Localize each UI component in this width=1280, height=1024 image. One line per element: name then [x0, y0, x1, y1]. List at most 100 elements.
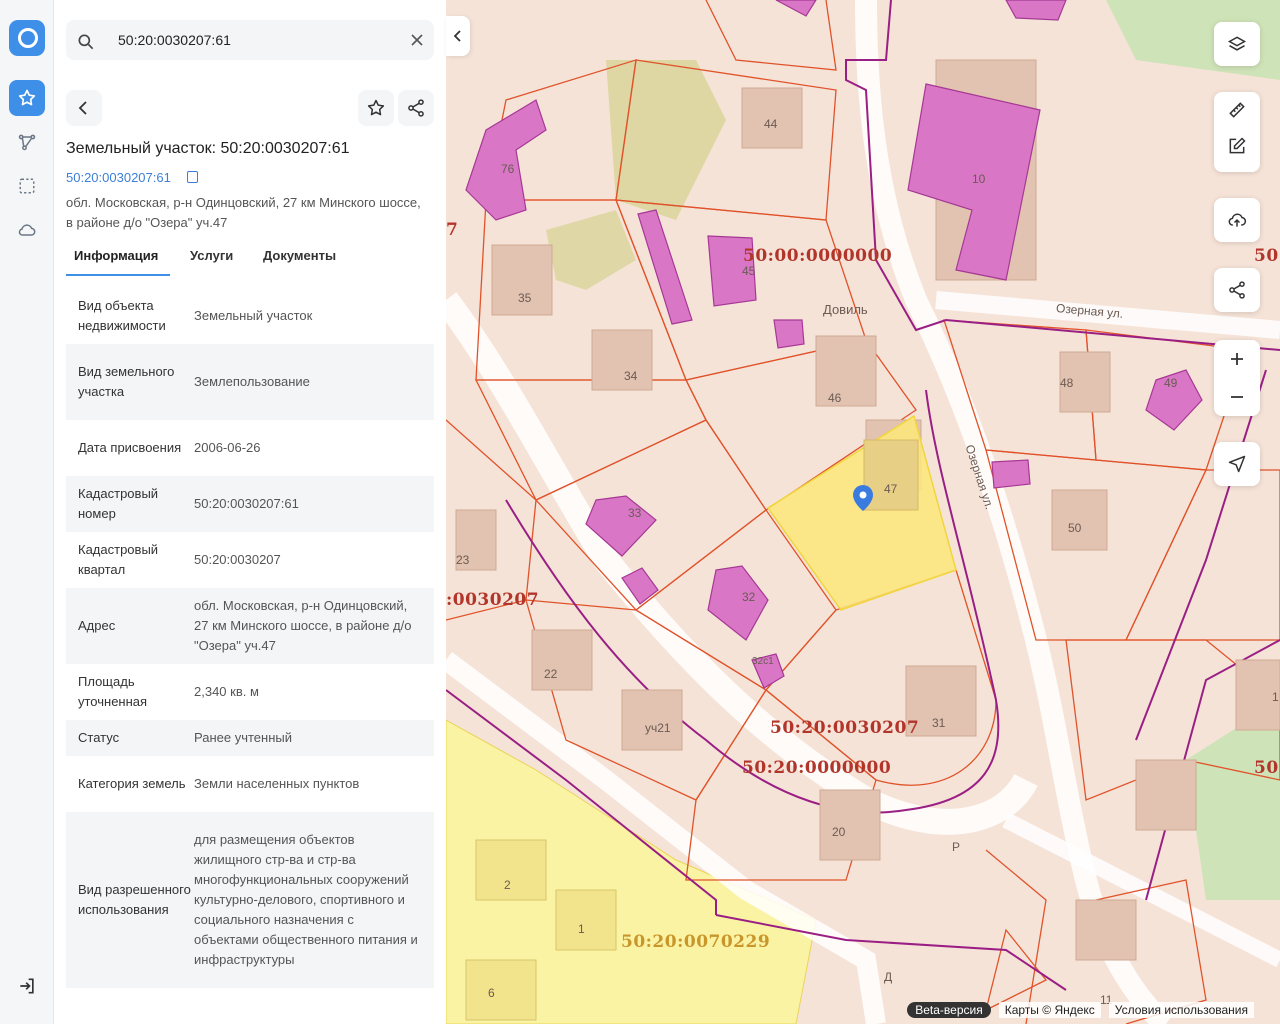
- row-key: Категория земель: [78, 776, 186, 791]
- map-canvas[interactable]: [446, 0, 1280, 1024]
- row-value: для размещения объектов жилищного стр-ва…: [194, 832, 418, 967]
- search-box[interactable]: 50:20:0030207:61: [66, 20, 434, 60]
- house-number: 1: [1272, 690, 1279, 704]
- row-key: Вид земельного участка: [78, 364, 175, 399]
- house-number: 44: [764, 117, 778, 131]
- app-logo-icon[interactable]: [9, 20, 45, 56]
- row-value: Земельный участок: [194, 308, 313, 323]
- house-number: 10: [972, 172, 986, 186]
- row-key: Площадь уточненная: [78, 674, 148, 709]
- upload-control[interactable]: [1214, 198, 1260, 242]
- favorite-button[interactable]: [358, 90, 394, 126]
- table-row: Вид объекта недвижимости Земельный участо…: [66, 288, 434, 344]
- table-row: Площадь уточненная 2,340 кв. м: [66, 664, 434, 720]
- chevron-left-icon: [78, 101, 87, 115]
- row-key: Кадастровый квартал: [78, 542, 159, 577]
- active-tab-indicator: [66, 274, 170, 276]
- share-icon[interactable]: [1214, 268, 1260, 312]
- select-area-icon[interactable]: [9, 168, 45, 204]
- zoom-control: [1214, 340, 1260, 416]
- house-number: 31: [932, 716, 946, 730]
- row-value: Земли населенных пунктов: [194, 776, 360, 791]
- terms-link[interactable]: Условия использования: [1108, 1002, 1254, 1018]
- clear-search-icon[interactable]: [410, 33, 424, 47]
- row-value: 50:20:0030207: [194, 552, 281, 567]
- map-view[interactable]: 50:00:0000000 50:20:0030207 50:20:000000…: [446, 0, 1280, 1024]
- copy-icon[interactable]: [187, 171, 198, 183]
- house-number: 48: [1060, 376, 1074, 390]
- zoom-out-icon[interactable]: [1214, 378, 1260, 416]
- layers-icon[interactable]: [1214, 22, 1260, 66]
- cadastral-label: 50:00:0000000: [743, 246, 893, 266]
- object-title: Земельный участок: 50:20:0030207:61: [66, 140, 350, 157]
- house-number: Д: [884, 970, 893, 984]
- cadastral-label: :0030207: [446, 590, 540, 610]
- cadastral-label: 50:20:0000000: [742, 758, 892, 778]
- geolocation-control[interactable]: [1214, 442, 1260, 486]
- tools-control: [1214, 92, 1260, 172]
- layers-control[interactable]: [1214, 22, 1260, 66]
- cadastral-number-link[interactable]: 50:20:0030207:61: [66, 170, 171, 185]
- house-number: 32с1: [752, 656, 774, 667]
- table-row: Вид разрешенного использования для размещ…: [66, 812, 434, 988]
- table-row: Статус Ранее учтенный: [66, 720, 434, 756]
- house-number: 47: [884, 482, 898, 496]
- house-number: 20: [832, 825, 846, 839]
- tab-information[interactable]: Информация: [74, 248, 158, 263]
- share-icon: [408, 99, 424, 117]
- house-number: 32: [742, 590, 756, 604]
- place-label: Довиль: [823, 302, 868, 317]
- house-number: 2: [504, 878, 511, 892]
- table-row: Категория земель Земли населенных пунктов: [66, 756, 434, 812]
- cadastral-label: 50:20:0070229: [621, 932, 771, 952]
- info-table: Вид объекта недвижимости Земельный участо…: [66, 288, 434, 988]
- favorites-icon[interactable]: [9, 80, 45, 116]
- cadastral-label: 50:: [1254, 246, 1280, 266]
- house-number: 23: [456, 553, 470, 567]
- parking-label: Р: [952, 840, 961, 854]
- tab-services[interactable]: Услуги: [190, 248, 233, 263]
- share-button[interactable]: [398, 90, 434, 126]
- cadastral-label: 7: [446, 220, 459, 240]
- table-row: Кадастровый номер 50:20:0030207:61: [66, 476, 434, 532]
- zoom-in-icon[interactable]: [1214, 340, 1260, 378]
- edit-icon[interactable]: [1214, 128, 1260, 164]
- tabs: Информация Услуги Документы: [66, 240, 434, 276]
- share-map-control[interactable]: [1214, 268, 1260, 312]
- row-value: 2006-06-26: [194, 440, 261, 455]
- back-button[interactable]: [66, 90, 102, 126]
- navigation-arrow-icon[interactable]: [1214, 442, 1260, 486]
- row-key: Дата присвоения: [78, 440, 182, 455]
- cloud-icon[interactable]: [9, 212, 45, 248]
- copyright-text: Карты © Яндекс: [998, 1002, 1101, 1018]
- house-number: 34: [624, 369, 638, 383]
- row-key: Адрес: [78, 618, 116, 633]
- house-number: 49: [1164, 376, 1178, 390]
- row-key: Вид разрешенного использования: [78, 882, 191, 917]
- cadastral-label: 50:20:0030207: [770, 718, 920, 738]
- house-number: 45: [742, 264, 756, 278]
- house-number: 22: [544, 667, 558, 681]
- ruler-icon[interactable]: [1214, 92, 1260, 128]
- tab-documents[interactable]: Документы: [263, 248, 336, 263]
- cadastral-label: 50:: [1254, 758, 1280, 778]
- search-icon: [78, 34, 94, 50]
- row-key: Кадастровый номер: [78, 486, 159, 521]
- house-number: 35: [518, 291, 532, 305]
- collapse-panel-button[interactable]: [446, 16, 470, 56]
- search-input[interactable]: 50:20:0030207:61: [118, 32, 231, 48]
- chevron-left-icon: [453, 30, 461, 42]
- route-icon[interactable]: [9, 124, 45, 160]
- cloud-upload-icon[interactable]: [1214, 198, 1260, 242]
- house-number: 50: [1068, 521, 1082, 535]
- house-number: 33: [628, 506, 642, 520]
- table-row: Адрес обл. Московская, р-н Одинцовский, 2…: [66, 588, 434, 664]
- table-row: Кадастровый квартал 50:20:0030207: [66, 532, 434, 588]
- object-address: обл. Московская, р-н Одинцовский, 27 км …: [66, 195, 421, 230]
- logout-icon[interactable]: [9, 968, 45, 1004]
- row-key: Статус: [78, 730, 120, 745]
- house-number: 76: [501, 162, 515, 176]
- left-rail: [0, 0, 54, 1024]
- row-value: Ранее учтенный: [194, 730, 292, 745]
- row-value: 2,340 кв. м: [194, 684, 259, 699]
